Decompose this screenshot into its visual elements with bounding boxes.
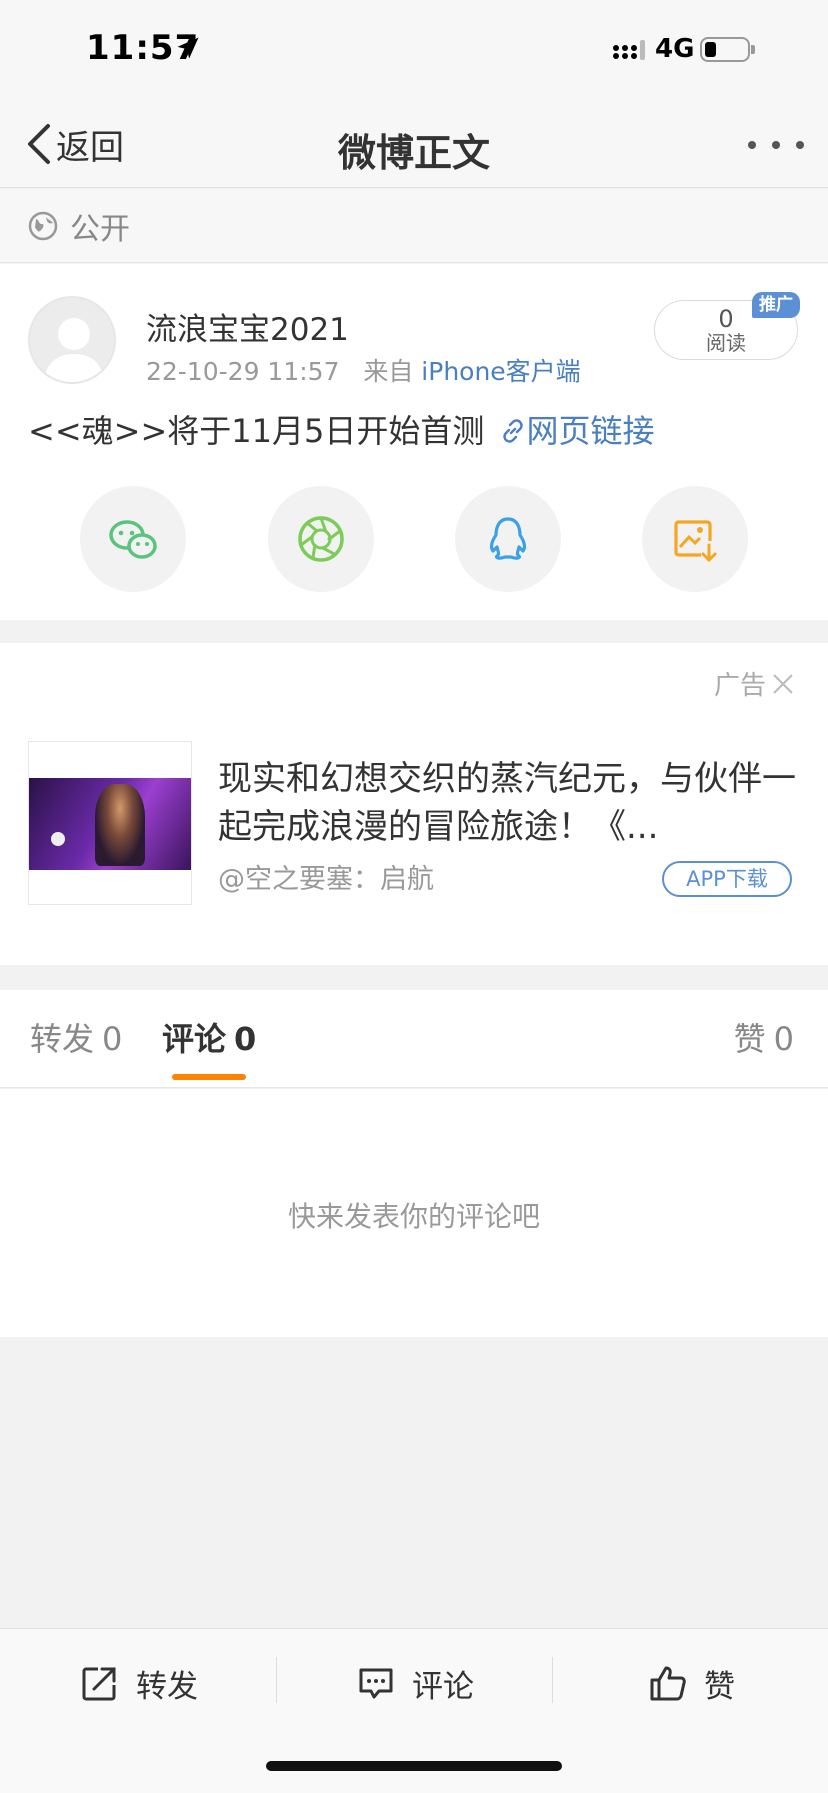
share-row [0, 486, 828, 592]
more-options-button[interactable] [748, 130, 804, 160]
ad-source: @空之要塞：启航 [218, 864, 434, 895]
save-image-icon [674, 520, 717, 563]
ad-label: 广告 [714, 665, 794, 702]
like-button[interactable]: 赞 [648, 1653, 735, 1713]
battery-nub [751, 45, 755, 54]
like-label: 赞 [704, 1668, 735, 1705]
tab-like[interactable]: 赞0 [734, 990, 794, 1088]
post-card: 流浪宝宝2021 22-10-29 11:57 来自 iPhone客户端 0 阅… [0, 264, 828, 620]
visibility-row: 公开 [0, 189, 828, 263]
comments-section: 快来发表你的评论吧 [0, 1089, 828, 1337]
visibility-label: 公开 [70, 211, 130, 247]
repost-label: 转发 [136, 1668, 198, 1705]
network-type: 4G [655, 34, 695, 64]
ad-logo-icon [51, 832, 65, 846]
ad-label-text: 广告 [713, 671, 766, 701]
interaction-tabs: 转发 0 评论 0 赞0 [0, 990, 828, 1088]
ad-card[interactable]: 广告 现实和幻想交织的蒸汽纪元，与伙伴一起完成浪漫的冒险旅途！《... @空之要… [0, 643, 828, 965]
share-icon [82, 1667, 116, 1701]
user-silhouette-icon [44, 318, 104, 382]
save-image-button[interactable] [642, 486, 748, 592]
ad-image [29, 778, 191, 870]
location-arrow-icon [177, 37, 199, 59]
thumbs-up-icon [650, 1666, 686, 1701]
source-from-label: 来自 [363, 357, 414, 386]
repost-button[interactable]: 转发 [80, 1653, 198, 1713]
signal-icon [613, 40, 645, 60]
comment-icon [359, 1668, 393, 1699]
more-dot-icon [748, 141, 756, 149]
comment-button[interactable]: 评论 [356, 1653, 474, 1713]
bottom-action-bar: 转发 评论 赞 [0, 1628, 828, 1793]
share-qq-button[interactable] [455, 486, 561, 592]
link-icon [502, 419, 523, 443]
post-source[interactable]: iPhone客户端 [421, 357, 580, 386]
nav-bar: 返回 微博正文 [0, 100, 828, 188]
post-text: <<魂>>将于11月5日开始首测 网页链接 [28, 406, 655, 452]
username[interactable]: 流浪宝宝2021 [146, 304, 349, 349]
more-dot-icon [772, 141, 780, 149]
divider [552, 1657, 553, 1703]
tab-like-count: 0 [773, 1020, 794, 1058]
globe-icon [28, 211, 58, 240]
empty-comments-text: 快来发表你的评论吧 [287, 1200, 540, 1233]
ad-thumbnail[interactable] [28, 741, 192, 905]
status-bar: 11:57 4G [0, 0, 828, 100]
tab-repost-label: 转发 [30, 1020, 95, 1058]
post-meta: 22-10-29 11:57 来自 iPhone客户端 [146, 352, 581, 388]
comment-label: 评论 [412, 1668, 474, 1705]
active-tab-indicator [172, 1074, 246, 1080]
tab-comment-count: 0 [234, 1020, 257, 1058]
tab-comment-label: 评论 [162, 1020, 227, 1058]
tab-like-label: 赞 [733, 1020, 766, 1058]
post-datetime: 22-10-29 11:57 [146, 357, 340, 386]
post-body: <<魂>>将于11月5日开始首测 [28, 412, 485, 450]
web-link[interactable]: 网页链接 [527, 412, 655, 450]
share-wechat-button[interactable] [80, 486, 186, 592]
share-moments-button[interactable] [268, 486, 374, 592]
ad-title[interactable]: 现实和幻想交织的蒸汽纪元，与伙伴一起完成浪漫的冒险旅途！《... [218, 755, 796, 851]
divider [276, 1657, 277, 1703]
close-icon[interactable] [772, 673, 794, 695]
page-title: 微博正文 [337, 131, 490, 175]
tab-repost-count: 0 [102, 1020, 123, 1058]
moments-icon [298, 516, 344, 562]
ad-character-figure [95, 784, 145, 866]
tab-repost[interactable]: 转发 0 [30, 990, 122, 1088]
more-dot-icon [796, 141, 804, 149]
app-download-button[interactable]: APP下载 [662, 861, 792, 897]
promo-badge: 推广 [752, 292, 800, 318]
wechat-icon [109, 520, 157, 559]
battery-icon [700, 37, 750, 62]
qq-icon [489, 517, 527, 560]
read-label: 阅读 [706, 331, 746, 355]
home-indicator [266, 1761, 562, 1771]
avatar[interactable] [28, 296, 116, 384]
